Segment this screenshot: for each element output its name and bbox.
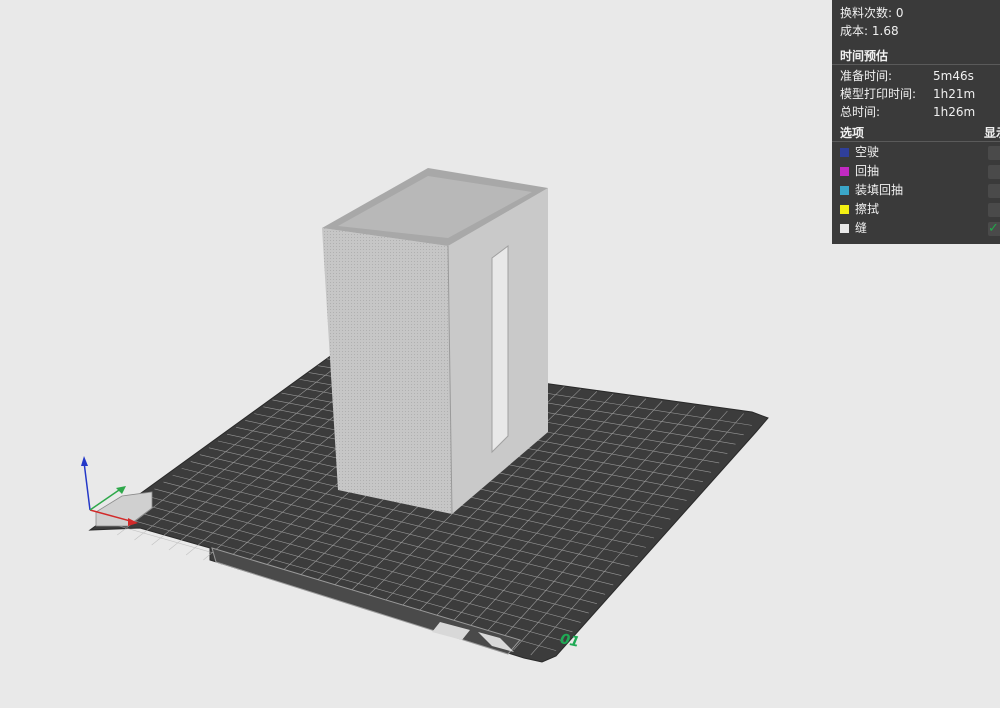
display-column-header: 显示: [984, 126, 1000, 140]
legend-label: 回抽: [855, 164, 880, 178]
filament-changes-value: 0: [895, 6, 904, 20]
checkmark-icon: ✓: [988, 221, 999, 236]
z-axis-line: [83, 461, 91, 511]
filament-changes-label: 换料次数:: [840, 6, 893, 20]
legend-label: 装填回抽: [855, 183, 904, 197]
time-row: 模型打印时间: 1h21m: [840, 85, 975, 103]
toggle-wipe-checkbox[interactable]: [988, 203, 1000, 217]
time-value: 1h26m: [933, 105, 976, 119]
color-swatch: [840, 186, 849, 195]
time-value: 5m46s: [933, 69, 974, 83]
y-axis-arrow: [116, 486, 126, 494]
legend-item-seam[interactable]: 缝: [840, 219, 867, 238]
time-label: 总时间:: [840, 105, 881, 119]
filament-changes-row: 换料次数: 0: [840, 4, 904, 22]
model-front-face: [322, 228, 452, 514]
legend-item-travel[interactable]: 空驶: [840, 143, 879, 162]
model-slot: [491, 245, 509, 454]
slice-info-panel: 换料次数: 0 成本: 1.68 时间预估 准备时间: 5m46s 模型打印时间…: [832, 0, 1000, 244]
time-row: 准备时间: 5m46s: [840, 67, 974, 85]
legend-item-deretract[interactable]: 装填回抽: [840, 181, 903, 200]
color-swatch: [840, 167, 849, 176]
z-axis-arrow: [81, 456, 88, 466]
time-label: 模型打印时间:: [840, 87, 917, 101]
legend-label: 缝: [855, 221, 868, 235]
legend-item-retract[interactable]: 回抽: [840, 162, 879, 181]
toggle-deretract-checkbox[interactable]: [988, 184, 1000, 198]
legend-label: 擦拭: [855, 202, 880, 216]
divider: [832, 64, 1000, 65]
time-value: 1h21m: [933, 87, 976, 101]
divider: [832, 141, 1000, 142]
time-estimate-title: 时间预估: [840, 49, 889, 63]
legend-label: 空驶: [855, 145, 880, 159]
color-swatch: [840, 224, 849, 233]
cost-row: 成本: 1.68: [840, 22, 899, 40]
options-title: 选项: [840, 126, 865, 140]
toggle-travel-checkbox[interactable]: [988, 146, 1000, 160]
toggle-retract-checkbox[interactable]: [988, 165, 1000, 179]
legend-item-wipe[interactable]: 擦拭: [840, 200, 879, 219]
color-swatch: [840, 148, 849, 157]
time-row: 总时间: 1h26m: [840, 103, 975, 121]
time-label: 准备时间:: [840, 69, 893, 83]
cost-label: 成本:: [840, 24, 869, 38]
cost-value: 1.68: [871, 24, 899, 38]
color-swatch: [840, 205, 849, 214]
